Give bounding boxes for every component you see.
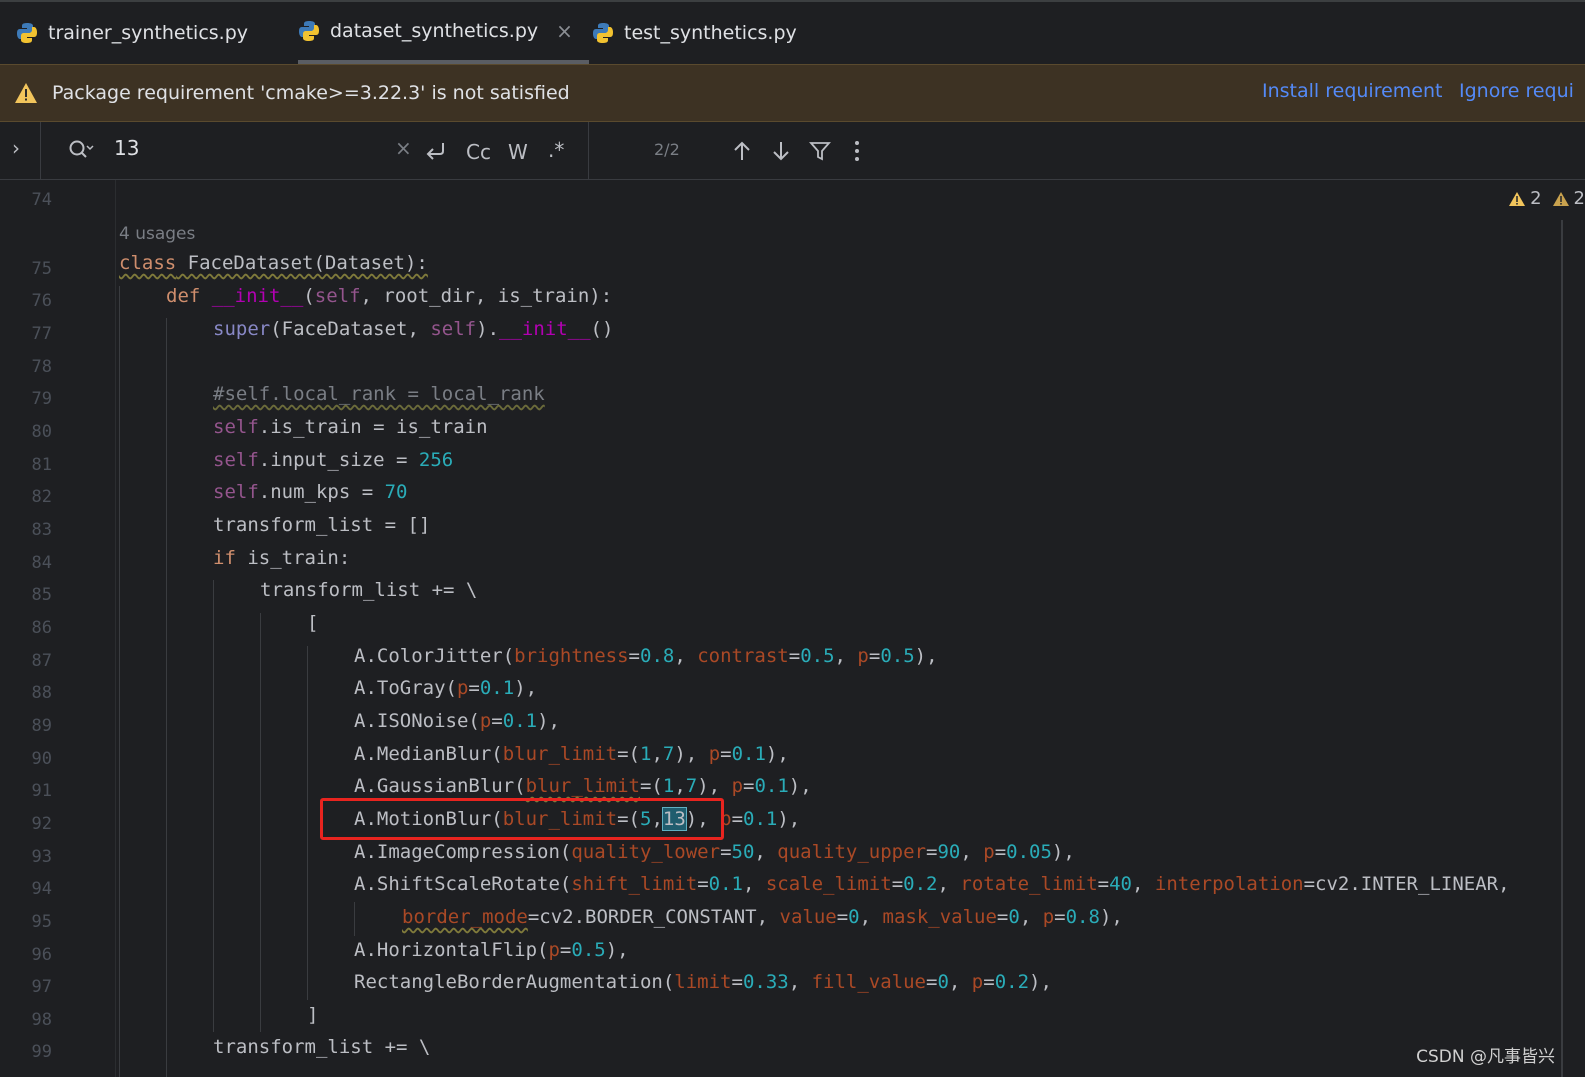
match-counter: 2/2 [654, 140, 680, 159]
code-editor[interactable]: 74 75 76 77 78 79 80 81 82 83 84 85 86 87 88 89 90 91 92 93… [0, 180, 1585, 1077]
more-options-icon[interactable] [852, 140, 862, 162]
code-line-93[interactable]: A.ImageCompression(quality_lower=50, qua… [354, 841, 1075, 863]
weak-warning-icon [1552, 191, 1569, 206]
python-file-icon [17, 23, 37, 43]
line-number[interactable]: 77 [0, 324, 52, 344]
code-line-88[interactable]: A.ToGray(p=0.1), [354, 677, 537, 699]
line-number[interactable]: 74 [0, 190, 52, 210]
code-line-91[interactable]: A.GaussianBlur(blur_limit=(1,7), p=0.1), [354, 775, 812, 797]
inspection-widget[interactable]: 2 2 [1508, 188, 1585, 209]
warning-icon [15, 83, 37, 103]
find-bar: › × Cc W .* 2/2 [0, 122, 1585, 180]
indent-guide [260, 613, 261, 1032]
code-line-77[interactable]: super(FaceDataset, self).__init__() [213, 318, 613, 340]
line-number[interactable]: 80 [0, 422, 52, 442]
tab-label: test_synthetics.py [624, 22, 797, 44]
code-line-87[interactable]: A.ColorJitter(brightness=0.8, contrast=0… [354, 645, 938, 667]
code-line-75[interactable]: class FaceDataset(Dataset): [119, 252, 428, 274]
indent-guide [354, 902, 355, 936]
code-line-76[interactable]: def __init__(self, root_dir, is_train): [166, 285, 612, 307]
code-line-96[interactable]: A.HorizontalFlip(p=0.5), [354, 939, 629, 961]
code-line-80[interactable]: self.is_train = is_train [213, 416, 488, 438]
divider [40, 122, 41, 180]
filter-icon[interactable] [809, 140, 831, 162]
line-number[interactable]: 75 [0, 259, 52, 279]
code-line-85[interactable]: transform_list += \ [260, 579, 477, 601]
code-line-83[interactable]: transform_list = [] [213, 514, 430, 536]
new-line-icon[interactable] [424, 140, 448, 162]
line-number[interactable]: 76 [0, 291, 52, 311]
indent-guide [307, 646, 308, 1000]
python-file-icon [299, 21, 319, 41]
tab-label: dataset_synthetics.py [330, 20, 539, 42]
line-number[interactable]: 87 [0, 651, 52, 671]
code-line-79[interactable]: #self.local_rank = local_rank [213, 383, 545, 405]
tab-trainer-synthetics[interactable]: trainer_synthetics.py [16, 2, 248, 64]
clear-search-icon[interactable]: × [395, 136, 412, 160]
line-number[interactable]: 99 [0, 1042, 52, 1062]
editor-scrollbar[interactable] [1561, 220, 1563, 1077]
warnings-count[interactable]: 2 [1508, 188, 1542, 209]
code-line-82[interactable]: self.num_kps = 70 [213, 481, 408, 503]
code-line-89[interactable]: A.ISONoise(p=0.1), [354, 710, 560, 732]
line-number[interactable]: 94 [0, 879, 52, 899]
code-line-86[interactable]: [ [307, 612, 318, 634]
line-number[interactable]: 91 [0, 781, 52, 801]
code-line-81[interactable]: self.input_size = 256 [213, 449, 453, 471]
whole-words-button[interactable]: W [508, 140, 528, 164]
editor-tab-bar: trainer_synthetics.py dataset_synthetics… [0, 0, 1585, 64]
arrow-up-icon[interactable] [732, 140, 752, 162]
line-number[interactable]: 83 [0, 520, 52, 540]
code-line-97[interactable]: RectangleBorderAugmentation(limit=0.33, … [354, 971, 1052, 993]
code-line-98[interactable]: ] [307, 1004, 318, 1026]
search-input[interactable] [114, 136, 374, 160]
line-number[interactable]: 84 [0, 553, 52, 573]
code-line-99[interactable]: transform_list += \ [213, 1036, 430, 1058]
usages-hint[interactable]: 4 usages [119, 224, 195, 244]
regex-button[interactable]: .* [548, 138, 564, 162]
python-file-icon [593, 23, 613, 43]
close-icon[interactable]: × [556, 19, 573, 43]
line-number[interactable]: 85 [0, 585, 52, 605]
code-line-95[interactable]: border_mode=cv2.BORDER_CONSTANT, value=0… [402, 906, 1123, 928]
match-case-button[interactable]: Cc [466, 140, 491, 164]
line-number[interactable]: 90 [0, 749, 52, 769]
weak-warnings-count[interactable]: 2 [1552, 188, 1585, 209]
watermark: CSDN @凡事皆兴 [1416, 1047, 1555, 1067]
line-number[interactable]: 96 [0, 945, 52, 965]
annotation-red-box [320, 798, 724, 840]
divider [588, 122, 589, 180]
line-number[interactable]: 78 [0, 357, 52, 377]
warning-icon [1509, 191, 1526, 206]
search-history-icon[interactable] [68, 138, 96, 162]
tab-test-synthetics[interactable]: test_synthetics.py [592, 2, 797, 64]
indent-guide [166, 318, 167, 1077]
code-line-84[interactable]: if is_train: [213, 547, 350, 569]
line-number[interactable]: 86 [0, 618, 52, 638]
indent-guide [119, 286, 120, 1077]
line-number[interactable]: 82 [0, 487, 52, 507]
requirement-warning-banner: Package requirement 'cmake>=3.22.3' is n… [0, 64, 1585, 122]
line-number[interactable]: 98 [0, 1010, 52, 1030]
line-number[interactable]: 79 [0, 389, 52, 409]
code-line-94[interactable]: A.ShiftScaleRotate(shift_limit=0.1, scal… [354, 873, 1510, 895]
ignore-requirement-link[interactable]: Ignore requi [1459, 80, 1574, 102]
indent-guide [213, 580, 214, 1032]
code-line-90[interactable]: A.MedianBlur(blur_limit=(1,7), p=0.1), [354, 743, 789, 765]
line-number[interactable]: 88 [0, 683, 52, 703]
line-number[interactable]: 97 [0, 977, 52, 997]
tab-dataset-synthetics[interactable]: dataset_synthetics.py × [298, 2, 589, 64]
line-number[interactable]: 89 [0, 716, 52, 736]
install-requirement-link[interactable]: Install requirement [1262, 80, 1442, 102]
line-number[interactable]: 93 [0, 847, 52, 867]
line-number[interactable]: 92 [0, 814, 52, 834]
arrow-down-icon[interactable] [771, 140, 791, 162]
line-number-gutter: 74 75 76 77 78 79 80 81 82 83 84 85 86 87 88 89 90 91 92 93… [0, 180, 115, 1077]
line-number[interactable]: 95 [0, 912, 52, 932]
expand-replace-chevron-icon[interactable]: › [12, 136, 20, 160]
gutter-divider [115, 180, 116, 1077]
tab-label: trainer_synthetics.py [48, 22, 249, 44]
line-number[interactable]: 81 [0, 455, 52, 475]
banner-message: Package requirement 'cmake>=3.22.3' is n… [52, 82, 570, 104]
